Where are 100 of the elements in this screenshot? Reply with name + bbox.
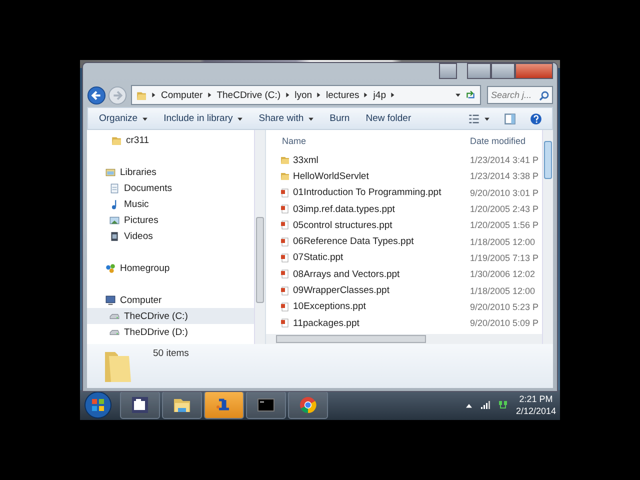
file-name[interactable]: 33xml xyxy=(274,154,470,166)
toolbar-button[interactable]: Share with xyxy=(254,111,319,126)
refresh-icon xyxy=(465,90,476,100)
film-icon xyxy=(109,230,120,242)
dropdown-icon[interactable] xyxy=(455,92,461,98)
search-icon xyxy=(539,91,549,101)
table-cell: 1/18/2005 12:00 xyxy=(470,286,536,296)
pane-icon xyxy=(504,112,516,124)
sidebar-item[interactable]: Libraries xyxy=(87,164,254,180)
document-icon xyxy=(109,182,120,194)
back-button[interactable] xyxy=(87,86,106,104)
scrollbar[interactable] xyxy=(254,130,265,344)
minimize-button[interactable] xyxy=(467,63,491,79)
search-field[interactable]: Search j... xyxy=(487,86,553,104)
table-cell: 1/19/2005 7:13 P xyxy=(470,252,539,263)
taskbar-button[interactable] xyxy=(120,391,160,419)
folder-icon xyxy=(280,155,290,166)
table-cell: 1/23/2014 3:38 P xyxy=(470,171,539,182)
network-icon[interactable] xyxy=(498,400,508,410)
toolbar-button[interactable]: Organize xyxy=(94,111,153,126)
caret-icon xyxy=(236,116,243,122)
sidebar-item[interactable]: Pictures xyxy=(87,212,254,228)
table-cell: 9/20/2010 5:09 P xyxy=(470,318,539,328)
table-cell: 9/20/2010 5:23 P xyxy=(470,302,539,312)
file-name[interactable]: 08Arrays and Vectors.ppt xyxy=(274,268,470,280)
sidebar-item[interactable]: Videos xyxy=(87,228,254,244)
file-name[interactable]: 01Introduction To Programming.ppt xyxy=(274,187,470,198)
item-count: 50 items xyxy=(153,348,189,359)
chevron-icon[interactable] xyxy=(363,92,370,98)
people-icon xyxy=(105,262,116,274)
close-button[interactable] xyxy=(515,63,553,79)
scrollbar[interactable] xyxy=(266,334,542,344)
taskbar-button[interactable] xyxy=(288,391,328,419)
clock-time[interactable]: 2:21 PM xyxy=(519,393,553,405)
signal-icon[interactable] xyxy=(480,400,490,410)
library-icon xyxy=(105,166,116,178)
caret-icon xyxy=(142,116,148,122)
folder-icon xyxy=(136,90,147,100)
toolbar-button[interactable]: Include in library xyxy=(158,111,248,126)
file-name[interactable]: 10Exceptions.ppt xyxy=(274,301,470,312)
file-name[interactable]: HelloWorldServlet xyxy=(274,170,470,182)
chevron-icon[interactable] xyxy=(151,92,157,98)
clock-date[interactable]: 2/12/2014 xyxy=(516,405,556,417)
presentation-file-icon xyxy=(280,318,290,328)
sidebar-item[interactable]: Documents xyxy=(87,180,254,196)
breadcrumb[interactable]: TheCDrive (C:) xyxy=(216,90,281,100)
chevron-icon[interactable] xyxy=(284,92,291,98)
caret-icon xyxy=(308,116,314,122)
breadcrumb[interactable]: j4p xyxy=(373,90,386,100)
table-cell: 1/23/2014 3:41 P xyxy=(470,155,539,166)
file-name[interactable]: 09WrapperClasses.ppt xyxy=(274,285,470,296)
toolbar-button[interactable]: New folder xyxy=(360,111,416,126)
column-header[interactable]: Date modified xyxy=(470,136,526,146)
presentation-file-icon xyxy=(280,252,290,263)
sidebar-item[interactable]: Music xyxy=(87,196,254,212)
presentation-file-icon xyxy=(280,220,290,230)
start-button[interactable] xyxy=(84,391,112,419)
file-name[interactable]: 07Static.ppt xyxy=(274,252,470,264)
camera-icon xyxy=(130,395,150,415)
list-icon xyxy=(468,112,480,124)
file-name[interactable]: 03imp.ref.data.types.ppt xyxy=(274,204,470,215)
sidebar-item[interactable]: Computer xyxy=(87,292,254,308)
presentation-file-icon xyxy=(280,286,290,296)
maximize-button[interactable] xyxy=(491,63,515,79)
caret-icon xyxy=(484,116,490,122)
taskbar-button[interactable] xyxy=(162,391,202,419)
file-name[interactable]: 06Reference Data Types.ppt xyxy=(274,236,470,248)
address-bar[interactable]: Computer TheCDrive (C:) lyon lectures j4p xyxy=(131,85,481,105)
breadcrumb[interactable]: Computer xyxy=(161,90,203,100)
column-header[interactable]: Name xyxy=(274,136,470,146)
chevron-icon[interactable] xyxy=(390,92,396,98)
table-cell: 1/20/2005 1:56 P xyxy=(470,220,539,230)
folder-icon xyxy=(280,171,290,182)
sidebar-item[interactable]: TheDDrive (D:) xyxy=(87,324,254,340)
sidebar-item[interactable]: Homegroup xyxy=(87,260,254,276)
taskbar-button[interactable] xyxy=(246,391,286,419)
presentation-file-icon xyxy=(280,188,290,198)
show-hidden-icons-button[interactable] xyxy=(466,402,472,408)
table-cell: 1/18/2005 12:00 xyxy=(470,236,536,247)
chevron-icon[interactable] xyxy=(316,92,322,98)
chevron-icon[interactable] xyxy=(206,92,213,98)
presentation-file-icon xyxy=(280,302,290,312)
sidebar-item[interactable]: cr311 xyxy=(87,132,254,148)
picture-icon xyxy=(109,214,120,226)
scrollbar[interactable] xyxy=(542,130,553,344)
sidebar-item[interactable]: TheCDrive (C:) xyxy=(87,308,254,324)
taskbar-button[interactable] xyxy=(204,391,244,419)
snap-button[interactable] xyxy=(439,63,457,79)
folder-icon xyxy=(111,134,122,146)
breadcrumb[interactable]: lyon xyxy=(294,90,312,100)
toolbar-button[interactable]: Burn xyxy=(324,111,355,126)
file-name[interactable]: 11packages.ppt xyxy=(274,318,470,329)
table-cell: 1/30/2006 12:02 xyxy=(470,269,536,280)
presentation-file-icon xyxy=(280,236,290,247)
help-icon xyxy=(530,112,542,124)
presentation-file-icon xyxy=(280,204,290,214)
table-cell: 1/20/2005 2:43 P xyxy=(470,204,539,214)
file-name[interactable]: 05control structures.ppt xyxy=(274,220,470,231)
breadcrumb[interactable]: lectures xyxy=(326,90,360,100)
round-logo-icon xyxy=(298,395,318,415)
